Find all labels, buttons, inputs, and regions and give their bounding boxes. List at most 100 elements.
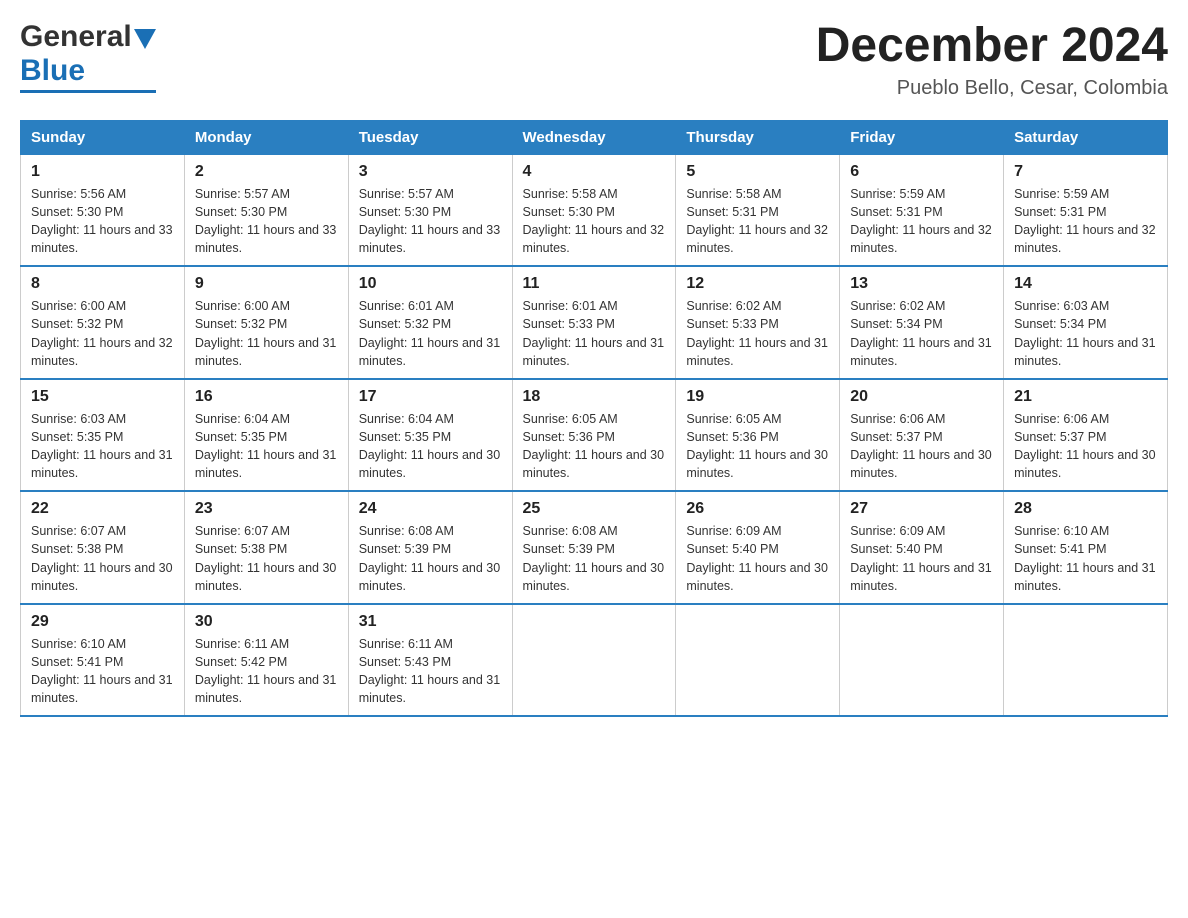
day-info: Sunrise: 6:02 AMSunset: 5:34 PMDaylight:…: [850, 297, 993, 370]
day-info: Sunrise: 5:57 AMSunset: 5:30 PMDaylight:…: [195, 185, 338, 258]
day-info: Sunrise: 6:06 AMSunset: 5:37 PMDaylight:…: [1014, 410, 1157, 483]
day-number: 30: [195, 613, 338, 631]
day-info: Sunrise: 6:05 AMSunset: 5:36 PMDaylight:…: [686, 410, 829, 483]
day-number: 18: [523, 388, 666, 406]
day-info: Sunrise: 6:11 AMSunset: 5:42 PMDaylight:…: [195, 635, 338, 708]
day-number: 29: [31, 613, 174, 631]
week-row-3: 15 Sunrise: 6:03 AMSunset: 5:35 PMDayligh…: [21, 379, 1168, 492]
calendar-cell: 22 Sunrise: 6:07 AMSunset: 5:38 PMDayligh…: [21, 491, 185, 604]
calendar-cell: 11 Sunrise: 6:01 AMSunset: 5:33 PMDayligh…: [512, 266, 676, 379]
day-info: Sunrise: 6:10 AMSunset: 5:41 PMDaylight:…: [31, 635, 174, 708]
day-number: 31: [359, 613, 502, 631]
day-number: 9: [195, 275, 338, 293]
day-number: 21: [1014, 388, 1157, 406]
calendar-cell: 10Sunrise: 6:01 AMSunset: 5:32 PMDayligh…: [348, 266, 512, 379]
calendar-cell: [512, 604, 676, 717]
calendar-cell: 3Sunrise: 5:57 AMSunset: 5:30 PMDaylight…: [348, 154, 512, 266]
day-info: Sunrise: 5:59 AMSunset: 5:31 PMDaylight:…: [850, 185, 993, 258]
column-header-monday: Monday: [184, 120, 348, 154]
title-block: December 2024 Pueblo Bello, Cesar, Colom…: [816, 20, 1168, 100]
day-number: 8: [31, 275, 174, 293]
week-row-4: 22 Sunrise: 6:07 AMSunset: 5:38 PMDayligh…: [21, 491, 1168, 604]
calendar-cell: 4 Sunrise: 5:58 AMSunset: 5:30 PMDaylight…: [512, 154, 676, 266]
day-number: 1: [31, 163, 174, 181]
day-number: 24: [359, 500, 502, 518]
day-number: 22: [31, 500, 174, 518]
day-info: Sunrise: 6:00 AMSunset: 5:32 PMDaylight:…: [195, 297, 338, 370]
logo-blue-text: Blue: [20, 54, 85, 88]
day-info: Sunrise: 6:11 AMSunset: 5:43 PMDaylight:…: [359, 635, 502, 708]
day-info: Sunrise: 6:03 AMSunset: 5:34 PMDaylight:…: [1014, 297, 1157, 370]
column-header-saturday: Saturday: [1004, 120, 1168, 154]
calendar-cell: 26 Sunrise: 6:09 AMSunset: 5:40 PMDayligh…: [676, 491, 840, 604]
calendar-cell: 6 Sunrise: 5:59 AMSunset: 5:31 PMDaylight…: [840, 154, 1004, 266]
day-info: Sunrise: 6:03 AMSunset: 5:35 PMDaylight:…: [31, 410, 174, 483]
day-number: 14: [1014, 275, 1157, 293]
day-info: Sunrise: 6:01 AMSunset: 5:33 PMDaylight:…: [523, 297, 666, 370]
day-info: Sunrise: 6:04 AMSunset: 5:35 PMDaylight:…: [195, 410, 338, 483]
week-row-1: 1 Sunrise: 5:56 AMSunset: 5:30 PMDaylight…: [21, 154, 1168, 266]
day-info: Sunrise: 6:07 AMSunset: 5:38 PMDaylight:…: [31, 522, 174, 595]
calendar-cell: 20 Sunrise: 6:06 AMSunset: 5:37 PMDayligh…: [840, 379, 1004, 492]
calendar-cell: 24Sunrise: 6:08 AMSunset: 5:39 PMDayligh…: [348, 491, 512, 604]
calendar-cell: 15 Sunrise: 6:03 AMSunset: 5:35 PMDayligh…: [21, 379, 185, 492]
calendar-cell: 28 Sunrise: 6:10 AMSunset: 5:41 PMDayligh…: [1004, 491, 1168, 604]
day-info: Sunrise: 6:06 AMSunset: 5:37 PMDaylight:…: [850, 410, 993, 483]
day-info: Sunrise: 5:56 AMSunset: 5:30 PMDaylight:…: [31, 185, 174, 258]
day-number: 23: [195, 500, 338, 518]
day-info: Sunrise: 6:04 AMSunset: 5:35 PMDaylight:…: [359, 410, 502, 483]
day-number: 3: [359, 163, 502, 181]
calendar-cell: 27Sunrise: 6:09 AMSunset: 5:40 PMDayligh…: [840, 491, 1004, 604]
calendar-cell: 23 Sunrise: 6:07 AMSunset: 5:38 PMDayligh…: [184, 491, 348, 604]
calendar-cell: [840, 604, 1004, 717]
page-header: General Blue December 2024 Pueblo Bello,…: [20, 20, 1168, 100]
day-number: 11: [523, 275, 666, 293]
column-header-thursday: Thursday: [676, 120, 840, 154]
day-number: 4: [523, 163, 666, 181]
calendar-cell: 8Sunrise: 6:00 AMSunset: 5:32 PMDaylight…: [21, 266, 185, 379]
day-number: 13: [850, 275, 993, 293]
day-info: Sunrise: 6:09 AMSunset: 5:40 PMDaylight:…: [686, 522, 829, 595]
calendar-table: SundayMondayTuesdayWednesdayThursdayFrid…: [20, 120, 1168, 718]
day-number: 10: [359, 275, 502, 293]
calendar-cell: 7 Sunrise: 5:59 AMSunset: 5:31 PMDaylight…: [1004, 154, 1168, 266]
day-info: Sunrise: 6:10 AMSunset: 5:41 PMDaylight:…: [1014, 522, 1157, 595]
day-info: Sunrise: 5:59 AMSunset: 5:31 PMDaylight:…: [1014, 185, 1157, 258]
calendar-cell: 29 Sunrise: 6:10 AMSunset: 5:41 PMDayligh…: [21, 604, 185, 717]
calendar-cell: [1004, 604, 1168, 717]
day-number: 5: [686, 163, 829, 181]
day-number: 26: [686, 500, 829, 518]
day-number: 27: [850, 500, 993, 518]
logo: General Blue: [20, 20, 156, 93]
calendar-cell: 30 Sunrise: 6:11 AMSunset: 5:42 PMDayligh…: [184, 604, 348, 717]
column-header-tuesday: Tuesday: [348, 120, 512, 154]
calendar-header-row: SundayMondayTuesdayWednesdayThursdayFrid…: [21, 120, 1168, 154]
day-number: 6: [850, 163, 993, 181]
day-number: 16: [195, 388, 338, 406]
day-number: 28: [1014, 500, 1157, 518]
day-number: 2: [195, 163, 338, 181]
week-row-5: 29 Sunrise: 6:10 AMSunset: 5:41 PMDayligh…: [21, 604, 1168, 717]
day-info: Sunrise: 6:08 AMSunset: 5:39 PMDaylight:…: [523, 522, 666, 595]
calendar-cell: 16 Sunrise: 6:04 AMSunset: 5:35 PMDayligh…: [184, 379, 348, 492]
day-info: Sunrise: 5:58 AMSunset: 5:30 PMDaylight:…: [523, 185, 666, 258]
week-row-2: 8 Sunrise: 6:00 AMSunset: 5:32 PMDaylight…: [21, 266, 1168, 379]
day-number: 20: [850, 388, 993, 406]
day-info: Sunrise: 5:58 AMSunset: 5:31 PMDaylight:…: [686, 185, 829, 258]
calendar-cell: 12Sunrise: 6:02 AMSunset: 5:33 PMDayligh…: [676, 266, 840, 379]
logo-arrow-icon: [134, 29, 156, 49]
column-header-sunday: Sunday: [21, 120, 185, 154]
calendar-cell: 31 Sunrise: 6:11 AMSunset: 5:43 PMDayligh…: [348, 604, 512, 717]
calendar-cell: 14 Sunrise: 6:03 AMSunset: 5:34 PMDayligh…: [1004, 266, 1168, 379]
calendar-cell: 18 Sunrise: 6:05 AMSunset: 5:36 PMDayligh…: [512, 379, 676, 492]
day-number: 19: [686, 388, 829, 406]
day-number: 15: [31, 388, 174, 406]
logo-general-text: General: [20, 20, 132, 54]
day-number: 17: [359, 388, 502, 406]
calendar-cell: [676, 604, 840, 717]
day-info: Sunrise: 6:07 AMSunset: 5:38 PMDaylight:…: [195, 522, 338, 595]
day-number: 7: [1014, 163, 1157, 181]
calendar-cell: 13 Sunrise: 6:02 AMSunset: 5:34 PMDayligh…: [840, 266, 1004, 379]
day-info: Sunrise: 6:05 AMSunset: 5:36 PMDaylight:…: [523, 410, 666, 483]
column-header-wednesday: Wednesday: [512, 120, 676, 154]
